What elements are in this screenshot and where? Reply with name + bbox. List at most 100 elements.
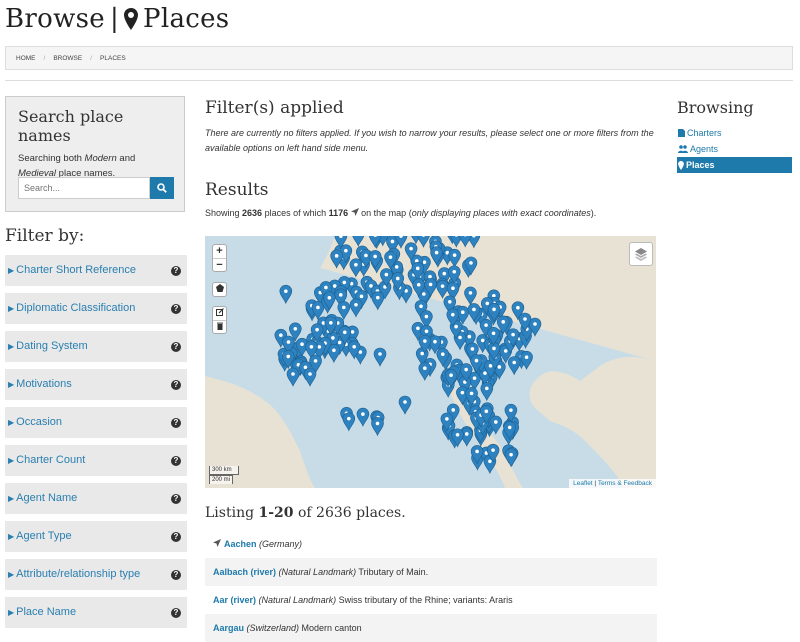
layers-button[interactable] xyxy=(629,242,653,266)
help-icon[interactable]: ? xyxy=(171,607,181,618)
map-marker-dot xyxy=(364,253,368,258)
map-marker-dot xyxy=(316,305,320,310)
map-marker[interactable] xyxy=(480,382,494,402)
map-marker-dot xyxy=(423,339,427,343)
filter-item[interactable]: ▶ Agent Type? xyxy=(5,521,187,552)
map-marker-dot xyxy=(433,339,437,344)
filter-item[interactable]: ▶ Attribute/relationship type? xyxy=(5,559,187,590)
map-attribution: Leaflet | Terms & Feedback xyxy=(569,479,656,488)
map-marker[interactable] xyxy=(418,361,432,382)
map-marker-dot xyxy=(440,352,445,356)
place-link[interactable]: Aalbach (river) xyxy=(213,567,276,577)
map-marker[interactable] xyxy=(303,367,317,387)
zoom-out-button[interactable]: − xyxy=(213,258,226,271)
map-marker-dot xyxy=(373,254,377,259)
help-icon[interactable]: ? xyxy=(171,303,181,314)
help-icon[interactable]: ? xyxy=(171,455,181,466)
delete-button[interactable] xyxy=(213,320,226,333)
filter-item[interactable]: ▶ Diplomatic Classification? xyxy=(5,293,187,324)
results-title: Results xyxy=(205,180,269,200)
draw-polygon-control xyxy=(212,282,227,297)
map-marker-dot xyxy=(384,272,389,277)
zoom-in-button[interactable]: + xyxy=(213,245,226,258)
location-arrow-icon xyxy=(350,208,359,216)
filter-item[interactable]: ▶ Charter Count? xyxy=(5,445,187,476)
result-row: Aachen (Germany) xyxy=(205,530,657,558)
help-icon[interactable]: ? xyxy=(171,379,181,390)
map-marker-dot xyxy=(341,305,346,310)
place-link[interactable]: Aar (river) xyxy=(213,595,256,605)
filter-item[interactable]: ▶ Dating System? xyxy=(5,331,187,362)
map-marker-dot xyxy=(492,293,496,298)
search-input[interactable] xyxy=(18,177,150,199)
map-marker-dot xyxy=(303,365,308,370)
breadcrumb-home[interactable]: HOME xyxy=(16,55,36,62)
filter-item[interactable]: ▶ Motivations? xyxy=(5,369,187,400)
map-marker-dot xyxy=(284,289,288,294)
title-prefix: Browse xyxy=(5,4,105,34)
help-icon[interactable]: ? xyxy=(171,531,181,542)
draw-polygon-button[interactable] xyxy=(213,283,226,296)
places-map[interactable]: + − 300 km 200 mi Leaflet | Terms & Feed… xyxy=(205,236,656,488)
place-link[interactable]: Aachen xyxy=(224,539,257,549)
map-marker-dot xyxy=(354,262,358,267)
map-marker-dot xyxy=(428,274,432,279)
search-form xyxy=(18,177,174,199)
map-marker[interactable] xyxy=(337,301,351,321)
map-marker-dot xyxy=(472,307,476,312)
filter-list: ▶ Charter Short Reference? ▶ Diplomatic Cla… xyxy=(5,255,187,635)
map-marker-dot xyxy=(388,255,393,259)
leaflet-link[interactable]: Leaflet xyxy=(573,480,593,487)
map-marker[interactable] xyxy=(371,291,385,311)
place-link[interactable]: Aargau xyxy=(213,623,244,633)
title-main: Places xyxy=(143,4,230,34)
map-marker[interactable] xyxy=(279,284,293,305)
browse-item-agents[interactable]: Agents xyxy=(677,141,792,157)
map-marker-dot xyxy=(293,327,298,331)
search-button[interactable] xyxy=(150,177,174,199)
help-icon[interactable]: ? xyxy=(171,569,181,580)
map-marker-dot xyxy=(485,301,490,306)
map-marker-dot xyxy=(332,348,336,353)
filter-item[interactable]: ▶ Charter Short Reference? xyxy=(5,255,187,286)
results-list: Aachen (Germany) Aalbach (river) (Natural… xyxy=(205,530,657,642)
filter-label: Agent Type xyxy=(16,530,72,542)
breadcrumb-places: PLACES xyxy=(100,54,126,62)
map-marker-dot xyxy=(494,420,498,424)
map-scale: 300 km 200 mi xyxy=(209,466,239,484)
help-icon[interactable]: ? xyxy=(171,493,181,504)
map-marker-dot xyxy=(309,345,314,349)
filter-item[interactable]: ▶ Place Name? xyxy=(5,597,187,628)
help-icon[interactable]: ? xyxy=(171,341,181,352)
main-content: Filter(s) applied There are currently no… xyxy=(205,98,657,218)
map-marker[interactable] xyxy=(349,298,363,318)
map-marker-dot xyxy=(359,294,364,299)
map-marker-dot xyxy=(451,312,455,317)
map-marker-dot xyxy=(332,284,337,288)
map-marker-dot xyxy=(420,351,424,356)
help-icon[interactable]: ? xyxy=(171,417,181,428)
map-marker[interactable] xyxy=(286,367,300,387)
filter-item[interactable]: ▶ Agent Name? xyxy=(5,483,187,514)
map-marker-dot xyxy=(452,253,457,257)
results-summary: Showing 2636 places of which 1176 on the… xyxy=(205,208,597,218)
map-marker-dot xyxy=(422,260,427,264)
browse-item-places[interactable]: Places xyxy=(677,157,792,173)
map-marker[interactable] xyxy=(373,347,387,367)
breadcrumb-browse[interactable]: BROWSE xyxy=(53,55,82,62)
browse-item-charters[interactable]: Charters xyxy=(677,125,792,141)
map-marker-dot xyxy=(516,305,520,310)
terms-link[interactable]: Terms & Feedback xyxy=(598,480,652,487)
map-canvas[interactable] xyxy=(205,236,656,488)
help-icon[interactable]: ? xyxy=(171,265,181,276)
map-marker-dot xyxy=(464,432,469,436)
map-marker-dot xyxy=(369,284,373,288)
filter-item[interactable]: ▶ Occasion? xyxy=(5,407,187,438)
map-marker-dot xyxy=(488,459,492,464)
map-marker-dot xyxy=(484,323,488,327)
edit-button[interactable] xyxy=(213,307,226,320)
map-marker-dot xyxy=(390,239,395,244)
map-marker[interactable] xyxy=(507,356,521,376)
map-marker-dot xyxy=(451,408,456,412)
page-title: Browse | Places xyxy=(5,4,229,34)
